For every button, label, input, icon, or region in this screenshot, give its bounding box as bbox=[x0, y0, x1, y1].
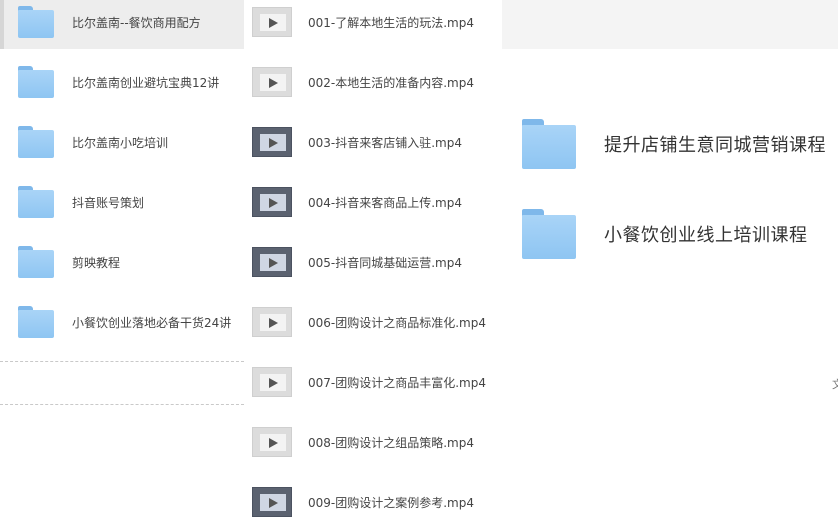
folder-item[interactable]: 比尔盖南创业避坑宝典12讲 bbox=[18, 52, 219, 112]
folder-label: 剪映教程 bbox=[72, 255, 121, 270]
video-label: 006-团购设计之商品标准化.mp4 bbox=[308, 315, 486, 330]
folder-label: 比尔盖南创业避坑宝典12讲 bbox=[72, 75, 220, 90]
folder-icon bbox=[18, 246, 54, 278]
folder-item[interactable]: 剪映教程 bbox=[18, 232, 120, 292]
video-item[interactable]: 009-团购设计之案例参考.mp4 bbox=[252, 472, 474, 532]
folder-icon bbox=[18, 6, 54, 38]
folder-item[interactable]: 抖音账号策划 bbox=[18, 172, 144, 232]
video-thumbnail-icon bbox=[252, 367, 292, 397]
folder-label: 抖音账号策划 bbox=[72, 195, 145, 210]
folder-label: 比尔盖南小吃培训 bbox=[72, 135, 169, 150]
video-thumbnail-icon bbox=[252, 307, 292, 337]
selection-edge bbox=[0, 0, 4, 49]
video-item[interactable]: 003-抖音来客店铺入驻.mp4 bbox=[252, 112, 462, 172]
video-label: 005-抖音同城基础运营.mp4 bbox=[308, 255, 462, 270]
divider bbox=[0, 361, 244, 362]
video-thumbnail-icon bbox=[252, 427, 292, 457]
folder-label: 提升店铺生意同城营销课程 bbox=[604, 135, 826, 156]
video-label: 007-团购设计之商品丰富化.mp4 bbox=[308, 375, 486, 390]
video-item[interactable]: 006-团购设计之商品标准化.mp4 bbox=[252, 292, 486, 352]
video-item[interactable]: 008-团购设计之组品策略.mp4 bbox=[252, 412, 474, 472]
video-thumbnail-icon bbox=[252, 187, 292, 217]
cut-off-label: 文 bbox=[832, 378, 838, 391]
video-label: 004-抖音来客商品上传.mp4 bbox=[308, 195, 462, 210]
divider bbox=[0, 404, 244, 405]
folder-icon bbox=[522, 209, 576, 259]
video-thumbnail-icon bbox=[252, 247, 292, 277]
video-label: 003-抖音来客店铺入驻.mp4 bbox=[308, 135, 462, 150]
left-folder-list: 比尔盖南--餐饮商用配方 比尔盖南创业避坑宝典12讲 比尔盖南小吃培训 抖音账号… bbox=[0, 0, 244, 528]
video-item[interactable]: 002-本地生活的准备内容.mp4 bbox=[252, 52, 474, 112]
top-band bbox=[502, 0, 838, 49]
folder-icon bbox=[522, 119, 576, 169]
video-thumbnail-icon bbox=[252, 7, 292, 37]
video-thumbnail-icon bbox=[252, 67, 292, 97]
video-label: 009-团购设计之案例参考.mp4 bbox=[308, 495, 474, 510]
folder-label: 比尔盖南--餐饮商用配方 bbox=[72, 15, 201, 30]
video-label: 008-团购设计之组品策略.mp4 bbox=[308, 435, 474, 450]
video-item[interactable]: 005-抖音同城基础运营.mp4 bbox=[252, 232, 462, 292]
folder-icon bbox=[18, 126, 54, 158]
large-folder-item[interactable]: 小餐饮创业线上培训课程 bbox=[522, 206, 808, 262]
video-label: 002-本地生活的准备内容.mp4 bbox=[308, 75, 474, 90]
video-item[interactable]: 007-团购设计之商品丰富化.mp4 bbox=[252, 352, 486, 412]
video-thumbnail-icon bbox=[252, 487, 292, 517]
video-thumbnail-icon bbox=[252, 127, 292, 157]
video-item[interactable]: 004-抖音来客商品上传.mp4 bbox=[252, 172, 462, 232]
folder-icon bbox=[18, 186, 54, 218]
large-folder-item[interactable]: 提升店铺生意同城营销课程 bbox=[522, 116, 826, 172]
folder-item[interactable]: 比尔盖南--餐饮商用配方 bbox=[18, 0, 201, 52]
video-item[interactable]: 001-了解本地生活的玩法.mp4 bbox=[252, 0, 474, 52]
folder-icon bbox=[18, 66, 54, 98]
video-label: 001-了解本地生活的玩法.mp4 bbox=[308, 15, 474, 30]
folder-icon bbox=[18, 306, 54, 338]
folder-item[interactable]: 比尔盖南小吃培训 bbox=[18, 112, 168, 172]
folder-label: 小餐饮创业落地必备干货24讲 bbox=[72, 315, 232, 330]
folder-item[interactable]: 小餐饮创业落地必备干货24讲 bbox=[18, 292, 231, 352]
video-file-list: 001-了解本地生活的玩法.mp4 002-本地生活的准备内容.mp4 003-… bbox=[244, 0, 502, 528]
folder-label: 小餐饮创业线上培训课程 bbox=[604, 225, 808, 246]
